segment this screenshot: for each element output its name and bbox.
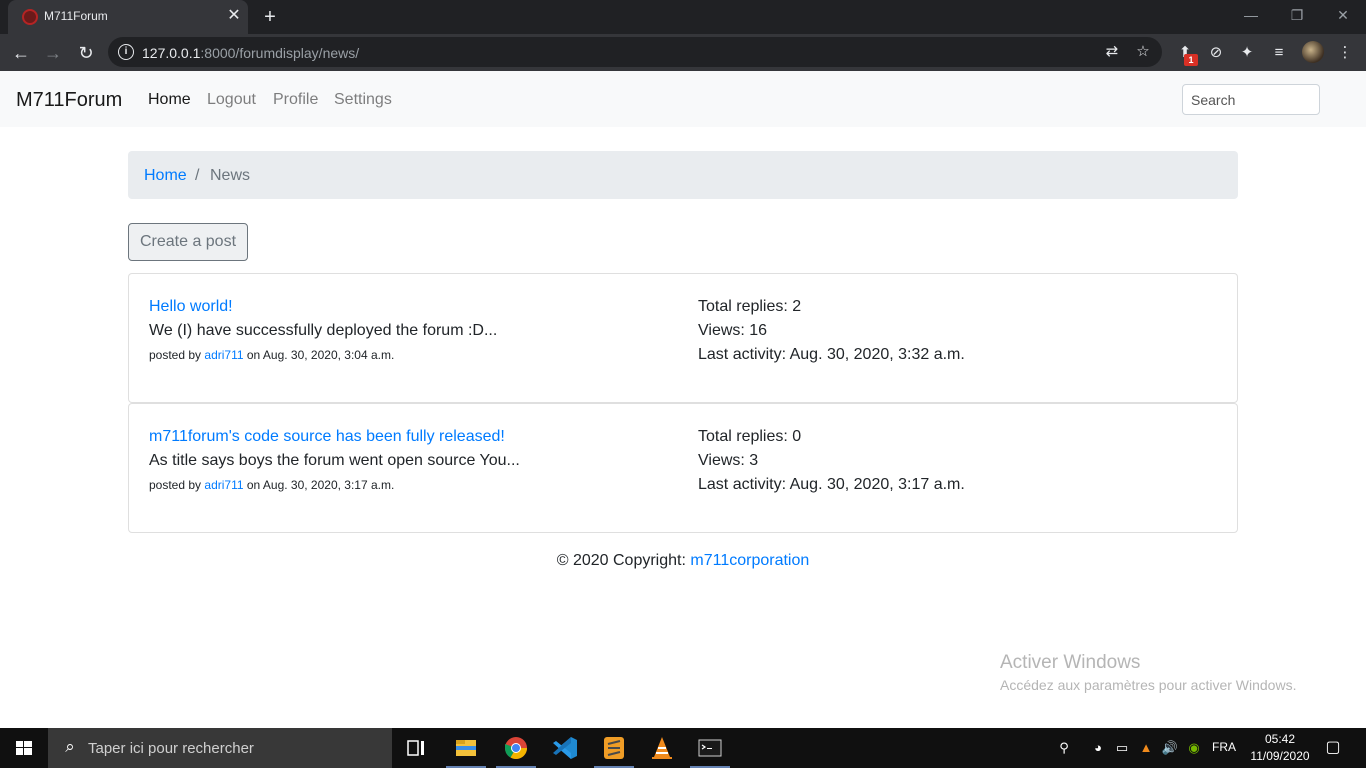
breadcrumb-separator: /	[195, 167, 200, 184]
breadcrumb: Home / News	[128, 151, 1238, 199]
clock-time: 05:42	[1264, 732, 1296, 746]
windows-logo-icon	[16, 741, 32, 755]
taskbar-search[interactable]: ⌕ Taper ici pour rechercher	[48, 728, 392, 768]
post-meta: posted by adri711 on Aug. 30, 2020, 3:04…	[149, 348, 394, 362]
block-extension-icon[interactable]: ⊘	[1205, 42, 1227, 64]
close-tab-icon[interactable]: ✕	[224, 6, 244, 26]
start-button[interactable]	[0, 728, 48, 768]
tab-title: M711Forum	[44, 9, 108, 23]
nav-profile[interactable]: Profile	[273, 91, 318, 109]
post-views: Views: 16	[698, 322, 768, 339]
site-navbar: M711Forum Home Logout Profile Settings	[0, 71, 1366, 127]
address-url[interactable]: 127.0.0.1:8000/forumdisplay/news/	[142, 45, 359, 61]
restore-window-icon[interactable]: ❐	[1274, 0, 1320, 34]
copyright-link[interactable]: m711corporation	[690, 552, 809, 569]
translate-icon[interactable]: ⇄	[1102, 42, 1122, 62]
address-bar[interactable]: i 127.0.0.1:8000/forumdisplay/news/ ⇄ ☆	[108, 37, 1162, 67]
new-tab-button[interactable]: +	[258, 5, 282, 29]
browser-tab[interactable]: M711Forum ✕	[8, 0, 248, 34]
post-last-activity: Last activity: Aug. 30, 2020, 3:32 a.m.	[698, 346, 965, 363]
vscode-icon	[553, 737, 577, 759]
forward-arrow-icon[interactable]: →	[40, 40, 66, 66]
taskbar-search-placeholder: Taper ici pour rechercher	[88, 740, 254, 757]
posted-by-label: posted by	[149, 348, 202, 362]
copyright-text: © 2020 Copyright:	[556, 552, 686, 569]
taskbar-vlc[interactable]	[638, 728, 686, 768]
notification-center-icon[interactable]: ▢	[1320, 736, 1346, 760]
chrome-icon	[505, 737, 527, 759]
post-card: m711forum's code source has been fully r…	[128, 403, 1238, 533]
close-window-icon[interactable]: ✕	[1320, 0, 1366, 34]
taskbar-sublime[interactable]	[590, 728, 638, 768]
post-excerpt: As title says boys the forum went open s…	[149, 452, 520, 469]
url-host: 127.0.0.1	[142, 45, 201, 61]
post-title[interactable]: m711forum's code source has been fully r…	[149, 428, 505, 446]
network-icon[interactable]: ▭	[1112, 738, 1132, 758]
site-favicon-icon	[22, 9, 38, 25]
taskbar-file-explorer[interactable]	[442, 728, 490, 768]
activate-windows-subtitle: Accédez aux paramètres pour activer Wind…	[1000, 677, 1297, 693]
page-footer: © 2020 Copyright: m711corporation	[0, 552, 1366, 570]
vlc-tray-icon[interactable]: ▲	[1136, 738, 1156, 758]
url-path: :8000/forumdisplay/news/	[200, 45, 360, 61]
taskbar-terminal[interactable]	[686, 728, 734, 768]
extension-badge: 1	[1184, 54, 1198, 66]
clock-date: 11/09/2020	[1250, 749, 1310, 763]
volume-icon[interactable]: 🔊	[1160, 738, 1180, 758]
discord-icon[interactable]: ◕	[1088, 738, 1108, 758]
folder-icon	[456, 740, 476, 756]
post-total-replies: Total replies: 0	[698, 428, 802, 445]
menu-kebab-icon[interactable]: ⋮	[1334, 42, 1356, 64]
search-icon: ⌕	[65, 737, 75, 756]
post-date: on Aug. 30, 2020, 3:17 a.m.	[246, 478, 395, 492]
back-arrow-icon[interactable]: ←	[8, 40, 34, 66]
taskbar-chrome[interactable]	[492, 728, 540, 768]
media-queue-icon[interactable]: ≡	[1268, 42, 1290, 64]
system-clock[interactable]: 05:42 11/09/2020	[1244, 731, 1316, 765]
post-views: Views: 3	[698, 452, 759, 469]
breadcrumb-current: News	[210, 167, 251, 184]
post-title[interactable]: Hello world!	[149, 298, 233, 316]
post-meta: posted by adri711 on Aug. 30, 2020, 3:17…	[149, 478, 394, 492]
post-date: on Aug. 30, 2020, 3:04 a.m.	[246, 348, 395, 362]
task-view-button[interactable]	[392, 728, 440, 768]
create-post-button[interactable]: Create a post	[128, 223, 248, 261]
browser-tabstrip: M711Forum ✕ + — ❐ ✕	[0, 0, 1366, 34]
post-last-activity: Last activity: Aug. 30, 2020, 3:17 a.m.	[698, 476, 965, 493]
reload-icon[interactable]: ↻	[73, 40, 99, 66]
sublime-text-icon	[604, 737, 624, 759]
site-brand[interactable]: M711Forum	[16, 89, 122, 112]
posted-by-label: posted by	[149, 478, 202, 492]
nav-logout[interactable]: Logout	[207, 91, 256, 109]
breadcrumb-home[interactable]: Home	[144, 167, 187, 185]
input-language[interactable]: FRA	[1212, 740, 1236, 754]
post-total-replies: Total replies: 2	[698, 298, 802, 315]
nvidia-icon[interactable]: ◉	[1184, 738, 1204, 758]
nav-settings[interactable]: Settings	[334, 91, 392, 109]
people-icon[interactable]: ⚲	[1054, 738, 1074, 758]
site-info-icon[interactable]: i	[118, 44, 134, 60]
bookmark-star-icon[interactable]: ☆	[1133, 42, 1153, 62]
post-excerpt: We (I) have successfully deployed the fo…	[149, 322, 498, 339]
taskbar-vscode[interactable]	[541, 728, 589, 768]
windows-taskbar: ⌕ Taper ici pour rechercher ⚲ ◕ ▭ ▲ 🔊 ◉ …	[0, 728, 1366, 768]
activate-windows-title: Activer Windows	[1000, 652, 1141, 673]
vlc-cone-icon	[652, 737, 672, 759]
browser-toolbar: ← → ↻ i 127.0.0.1:8000/forumdisplay/news…	[0, 34, 1366, 71]
search-input[interactable]	[1182, 84, 1320, 115]
task-view-icon	[407, 740, 424, 756]
minimize-window-icon[interactable]: —	[1228, 0, 1274, 34]
profile-avatar[interactable]	[1302, 41, 1324, 63]
post-card: Hello world! We (I) have successfully de…	[128, 273, 1238, 403]
post-author-link[interactable]: adri711	[204, 478, 243, 492]
terminal-icon	[698, 739, 722, 757]
extensions-puzzle-icon[interactable]: ✦	[1236, 42, 1258, 64]
post-author-link[interactable]: adri711	[204, 348, 243, 362]
nav-home[interactable]: Home	[148, 91, 191, 109]
